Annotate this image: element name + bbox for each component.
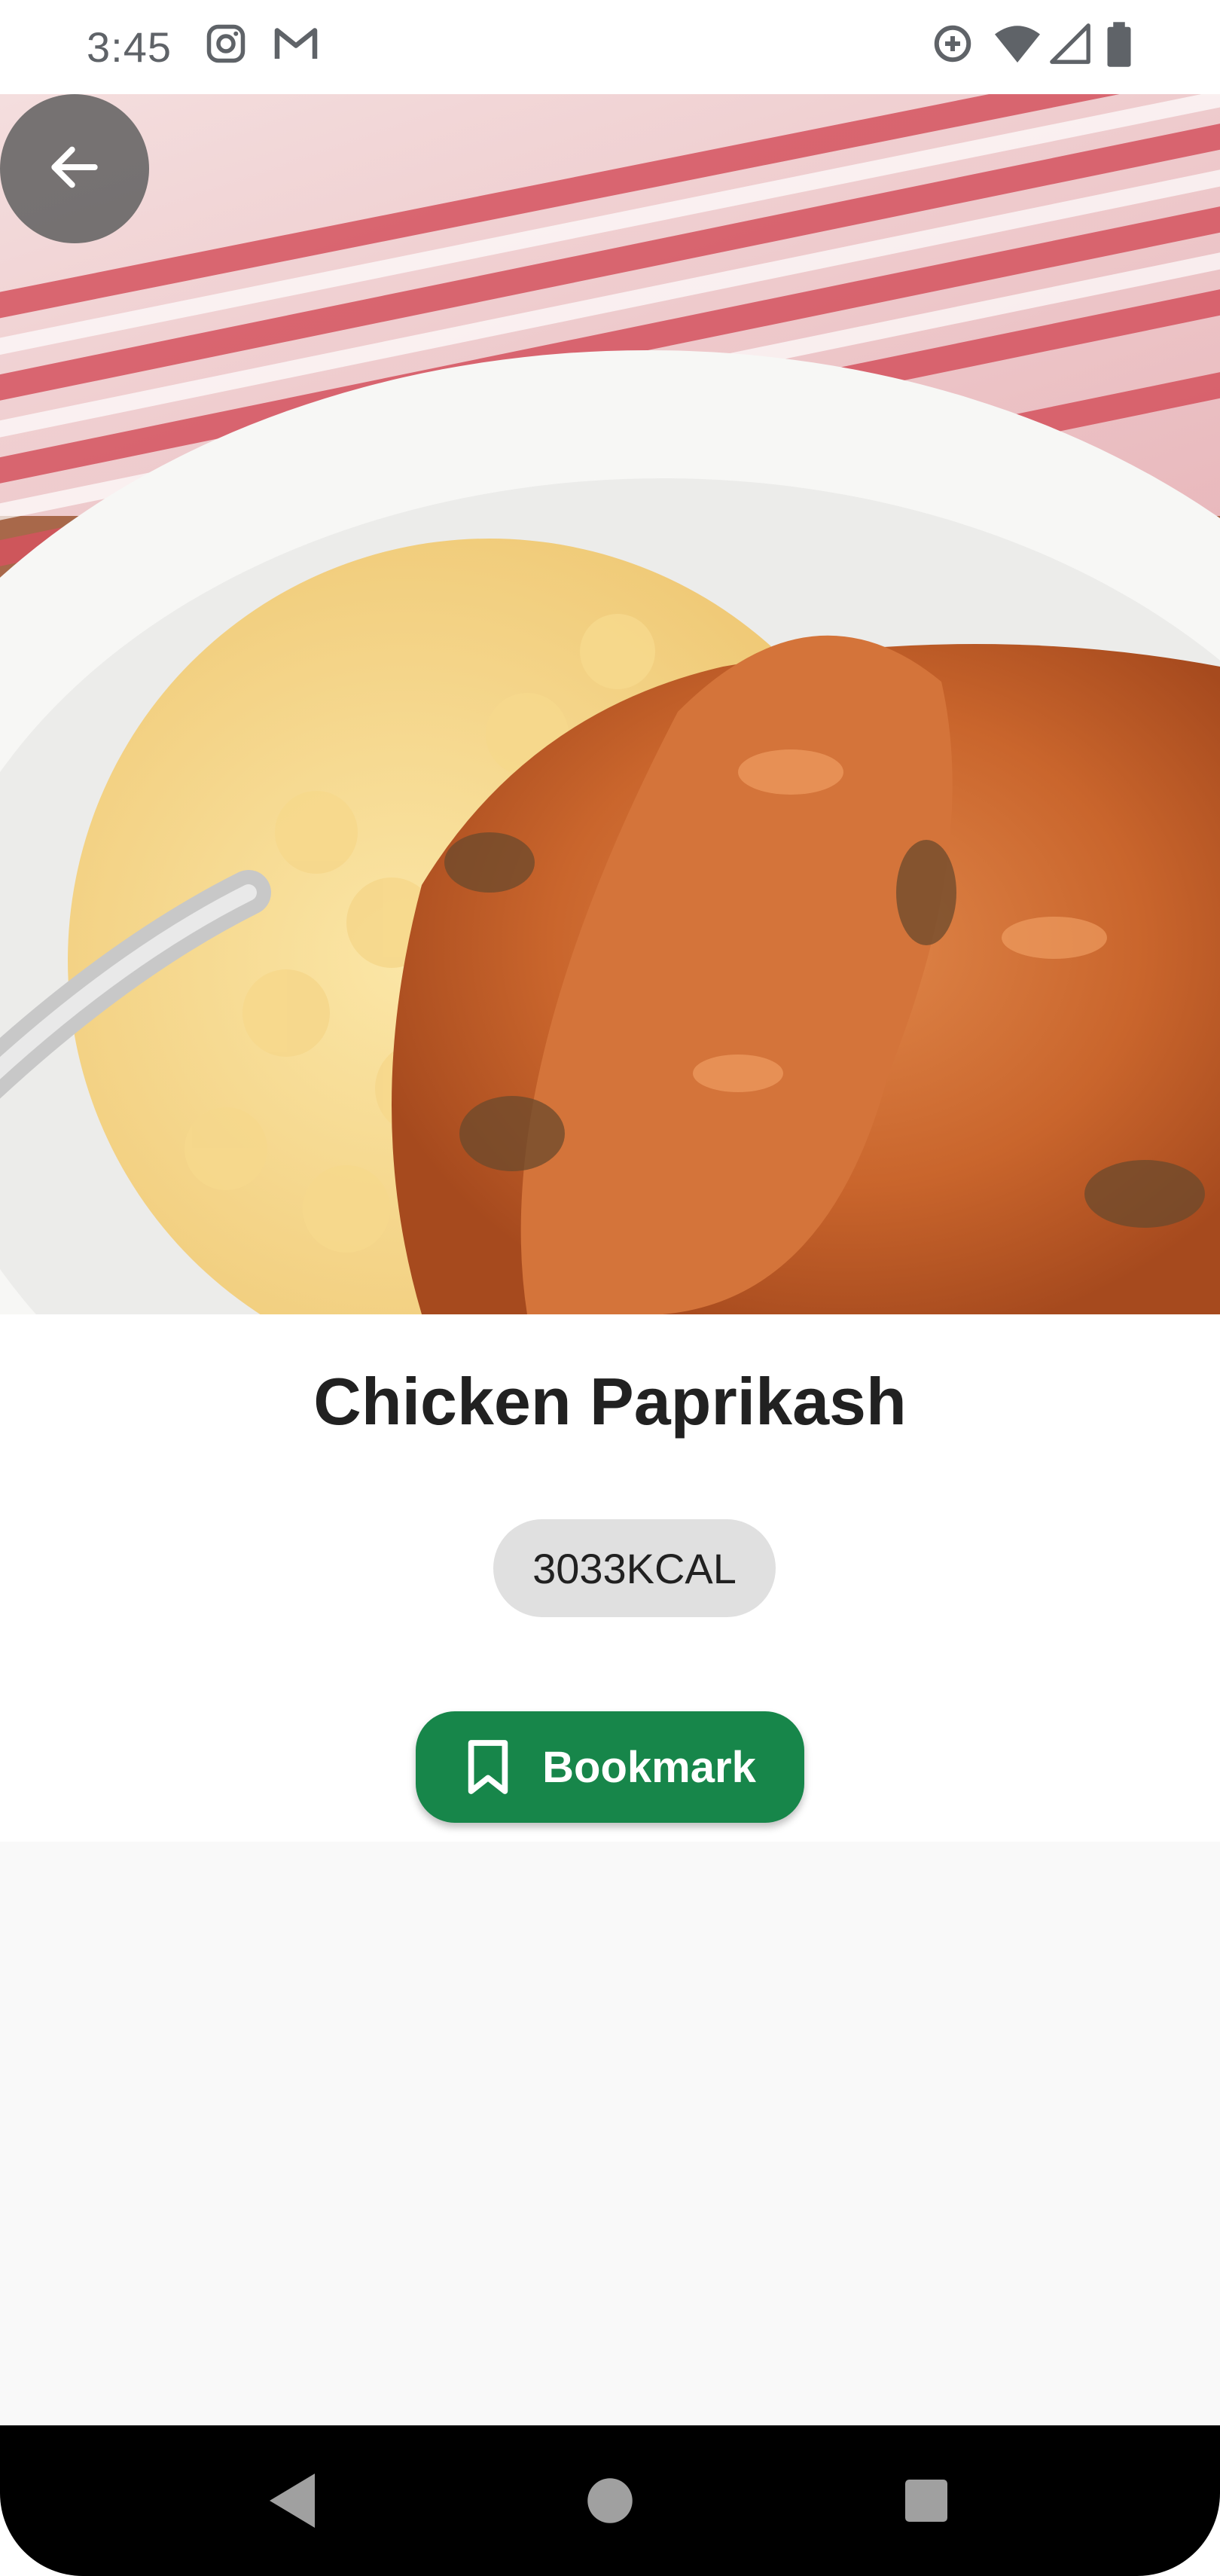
back-button[interactable] (0, 94, 149, 243)
sync-icon (930, 21, 975, 70)
recipe-title: Chicken Paprikash (313, 1364, 907, 1439)
calories-chip: 3033KCAL (493, 1519, 776, 1617)
recipe-photo (0, 94, 1220, 1314)
wifi-icon (993, 21, 1042, 70)
instagram-icon (203, 21, 249, 70)
bookmark-outline-icon (464, 1738, 512, 1796)
gmail-icon (271, 21, 321, 70)
recipe-details: Chicken Paprikash 3033KCAL Bookmark (0, 1314, 1220, 1842)
status-time: 3:45 (87, 23, 172, 71)
nav-home-icon[interactable] (584, 2467, 636, 2538)
status-bar: 3:45 (0, 0, 1220, 94)
nav-back-icon[interactable] (264, 2467, 324, 2538)
arrow-left-icon (44, 137, 105, 201)
system-navigation-bar (0, 2425, 1220, 2576)
calories-label: 3033KCAL (532, 1544, 737, 1592)
empty-content-area (0, 1842, 1220, 2425)
bookmark-label: Bookmark (542, 1742, 756, 1792)
battery-icon (1103, 21, 1135, 72)
bookmark-button[interactable]: Bookmark (416, 1711, 804, 1823)
nav-recents-icon[interactable] (900, 2467, 953, 2538)
signal-icon (1048, 21, 1092, 70)
